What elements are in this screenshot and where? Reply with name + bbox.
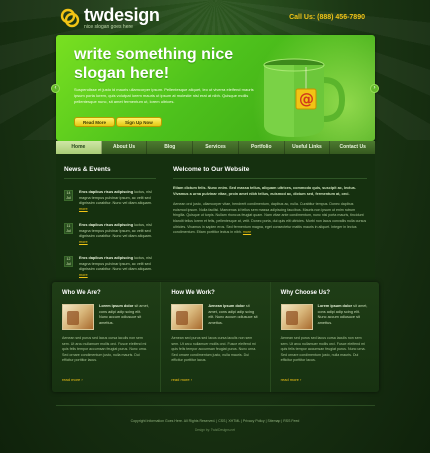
slider-next-arrow-icon[interactable]: › [370, 84, 379, 93]
hero-banner: write something nice slogan here! Suspen… [56, 35, 375, 141]
feature-columns: Who We Are? Lorem ipsum dolor sit amet, … [52, 282, 379, 392]
read-more-button[interactable]: Read More [74, 117, 116, 127]
hero-title: write something nice slogan here! [74, 46, 234, 82]
news-section: News & Events 14 Jul Eros dapibus risus a… [64, 166, 156, 278]
column-intro-bold: Aenean ipsum dolor [208, 304, 245, 308]
thumbnail-image [62, 304, 94, 330]
news-item: 12 Jul Eros dapibus risus adipiscing luct… [64, 256, 156, 278]
news-more-link[interactable]: more [79, 207, 88, 211]
read-more-link[interactable]: read more › [171, 377, 192, 382]
nav-item-about-us[interactable]: About Us [102, 141, 148, 154]
slider-prev-arrow-icon[interactable]: ‹ [51, 84, 60, 93]
column-title: How We Work? [171, 290, 215, 296]
sign-up-button[interactable]: Sign Up Now [116, 117, 162, 127]
call-us-phone: Call Us: (888) 456-7890 [289, 14, 365, 21]
column-body: Aenean sed purus sed lacus cursa iaculis… [280, 336, 366, 362]
column-why-choose-us: Why Choose Us? Lorem ipsum dolor sit ame… [269, 282, 379, 392]
hero-text: Suspendisse et justo id mauris ullamcorp… [74, 87, 254, 104]
column-title: Why Choose Us? [280, 290, 330, 296]
logo-name: twdesign [84, 5, 160, 25]
main-nav: Home About Us Blog Services Portfolio Us… [56, 141, 375, 154]
nav-item-services[interactable]: Services [193, 141, 239, 154]
column-intro-bold: Lorem ipsum dolor [317, 304, 353, 308]
arrow-right-icon: › [300, 377, 302, 382]
column-body: Aenean sed purus sed lacus cursa iaculis… [171, 336, 257, 362]
logo[interactable]: twdesign nice slogan goes here [60, 6, 160, 30]
date-badge: 11 Jul [64, 223, 73, 234]
column-body: Aenean sed purus sed lacus cursa iaculis… [62, 336, 147, 362]
at-sign-icon: @ [299, 90, 314, 108]
footer-divider [56, 405, 375, 406]
thumbnail-image [280, 304, 313, 330]
news-item: 11 Jul Eros dapibus risus adipiscing luct… [64, 223, 156, 245]
main-content: News & Events 14 Jul Eros dapibus risus a… [56, 154, 375, 280]
column-intro-bold: Lorem ipsum dolor [99, 304, 134, 308]
welcome-body: Aenean orci justo, ullamcorper vitae, he… [173, 202, 367, 235]
nav-item-useful-links[interactable]: Useful Links [285, 141, 331, 154]
news-more-link[interactable]: more [79, 240, 88, 244]
welcome-lead: Etiam dictum felis. Nunc enim. Sed massa… [173, 186, 356, 196]
news-more-link[interactable]: more [79, 273, 88, 277]
news-headline: Eros dapibus risus adipiscing [79, 190, 134, 194]
date-badge: 14 Jul [64, 190, 73, 201]
read-more-link[interactable]: read more › [62, 377, 83, 382]
column-who-we-are: Who We Are? Lorem ipsum dolor sit amet, … [52, 282, 160, 392]
read-more-link[interactable]: read more › [281, 377, 302, 382]
mug-image: @ [256, 45, 346, 141]
welcome-title: Welcome to Our Website [173, 166, 250, 173]
news-headline: Eros dapibus risus adipiscing [79, 223, 134, 227]
arrow-right-icon: › [81, 377, 83, 382]
nav-item-portfolio[interactable]: Portfolio [239, 141, 285, 154]
divider [64, 178, 156, 179]
footer-copyright: Copyright Information Goes Here. All Rig… [130, 419, 300, 423]
column-how-we-work: How We Work? Aenean ipsum dolor sit amet… [160, 282, 269, 392]
footer-credit[interactable]: Design by: TwistDesigns.net [0, 428, 430, 432]
arrow-right-icon: › [190, 377, 193, 382]
news-item: 14 Jul Eros dapibus risus adipiscing luct… [64, 190, 156, 212]
news-title: News & Events [64, 166, 111, 173]
divider [173, 178, 367, 179]
date-badge: 12 Jul [64, 256, 73, 267]
nav-item-home[interactable]: Home [56, 141, 102, 154]
welcome-section: Welcome to Our Website Etiam dictum feli… [173, 166, 367, 236]
thumbnail-image [171, 304, 204, 330]
column-title: Who We Are? [62, 290, 101, 296]
news-headline: Eros dapibus risus adipiscing [79, 256, 134, 260]
nav-item-contact-us[interactable]: Contact Us [330, 141, 375, 154]
logo-mark-icon [60, 8, 80, 28]
nav-item-blog[interactable]: Blog [147, 141, 194, 154]
welcome-more-link[interactable]: more [243, 230, 251, 234]
